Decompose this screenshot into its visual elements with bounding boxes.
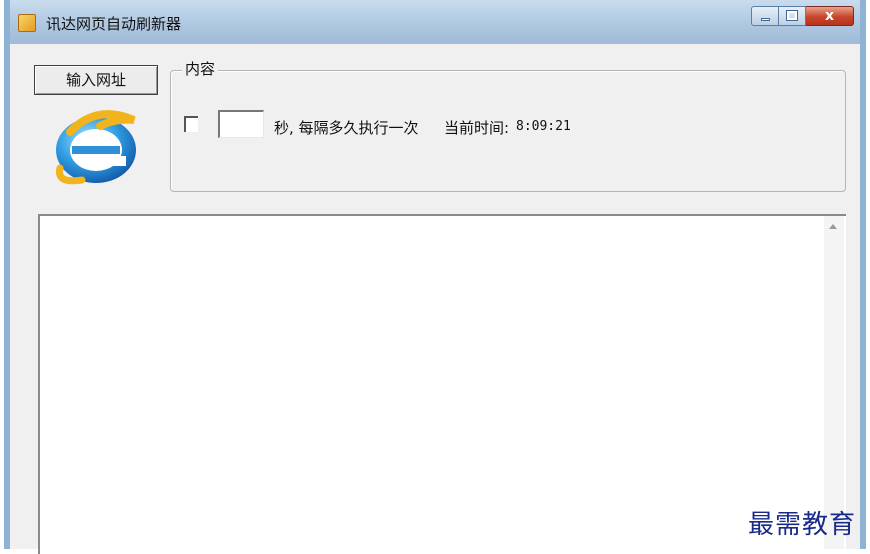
enter-url-button[interactable]: 输入网址 xyxy=(34,65,158,95)
close-button[interactable]: x xyxy=(806,6,854,26)
minimize-button[interactable] xyxy=(751,6,779,26)
web-content-area[interactable] xyxy=(38,214,846,554)
internet-explorer-icon xyxy=(55,110,136,185)
seconds-input[interactable] xyxy=(218,110,264,138)
groupbox-legend: 内容 xyxy=(182,58,219,79)
interval-label: 秒, 每隔多久执行一次 xyxy=(274,119,419,137)
scroll-up-icon[interactable] xyxy=(829,224,837,229)
watermark: 最需教育 xyxy=(748,510,857,540)
current-time-value: 8:09:21 xyxy=(516,119,571,134)
current-time-label: 当前时间: xyxy=(444,119,510,137)
auto-refresh-checkbox[interactable] xyxy=(184,116,198,132)
window-title: 讯达网页自动刷新器 xyxy=(46,15,182,33)
maximize-icon xyxy=(786,10,798,21)
vertical-scrollbar[interactable] xyxy=(824,216,844,549)
app-icon xyxy=(18,14,36,32)
window-controls: x xyxy=(751,6,854,26)
title-bar[interactable]: 讯达网页自动刷新器 x xyxy=(10,0,860,44)
close-icon: x xyxy=(824,8,835,24)
maximize-button[interactable] xyxy=(779,6,806,26)
minimize-icon xyxy=(761,18,770,21)
